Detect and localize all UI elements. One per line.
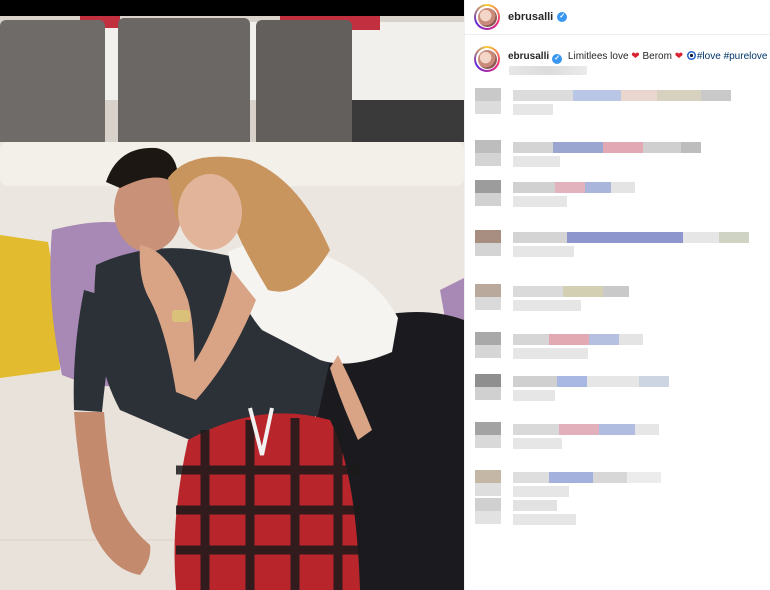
comment-text-blurred [603, 286, 629, 297]
comment-text-blurred [553, 142, 603, 153]
comment-text-blurred [611, 182, 635, 193]
comment-text-blurred [513, 232, 567, 243]
heart-emoji-icon: ❤ [674, 51, 684, 62]
comment-meta-blurred [513, 246, 574, 257]
caption-text-1: Limitlees love [567, 51, 629, 62]
hashtag-love[interactable]: #love [697, 51, 721, 62]
comment-text-blurred [643, 142, 681, 153]
comment-text-blurred [593, 472, 627, 483]
comment-meta-blurred [513, 438, 562, 449]
verified-badge-icon: ✓ [552, 54, 563, 64]
comment-avatar-blurred [475, 422, 501, 448]
comment-text-blurred [587, 376, 639, 387]
profile-picture [477, 7, 497, 27]
comment-row-blurred [475, 284, 765, 318]
comment-text-blurred [513, 472, 549, 483]
heart-emoji-icon: ❤ [631, 51, 640, 62]
comment-text-blurred [513, 90, 573, 101]
comment-text-blurred [555, 182, 585, 193]
comment-row-blurred [475, 332, 765, 366]
comment-text-blurred [513, 500, 557, 511]
comment-text-blurred [513, 142, 553, 153]
comment-text-blurred [513, 286, 563, 297]
comment-avatar-blurred [475, 180, 501, 206]
comment-row-blurred [475, 140, 765, 174]
caption-username[interactable]: ebrusalli [508, 51, 549, 62]
caption-text: ebrusalli ✓ Limitlees love ❤ Berom ❤ #lov… [508, 46, 767, 64]
post-username[interactable]: ebrusalli [508, 11, 553, 23]
comment-text-blurred [627, 472, 661, 483]
comment-meta-blurred [513, 196, 567, 207]
comment-text-blurred [513, 376, 557, 387]
comment-avatar-blurred [475, 332, 501, 358]
comment-row-blurred [475, 88, 765, 122]
comment-meta-blurred [513, 156, 560, 167]
profile-picture [477, 49, 497, 69]
comment-text-blurred [719, 232, 749, 243]
caption-timestamp-blurred [509, 66, 587, 75]
comment-text-blurred [513, 182, 555, 193]
comment-row-blurred [475, 230, 765, 264]
comment-text-blurred [567, 232, 683, 243]
comment-avatar-blurred [475, 230, 501, 256]
comment-text-blurred [585, 182, 611, 193]
caption-avatar[interactable] [474, 46, 500, 72]
comment-avatar-blurred [475, 140, 501, 166]
comment-avatar-blurred [475, 498, 501, 524]
comment-text-blurred [621, 90, 657, 101]
comment-meta-blurred [513, 514, 576, 525]
comment-avatar-blurred [475, 88, 501, 114]
comment-meta-blurred [513, 348, 588, 359]
comment-text-blurred [599, 424, 635, 435]
comment-row-blurred [475, 374, 765, 408]
comment-avatar-blurred [475, 284, 501, 310]
comment-meta-blurred [513, 300, 581, 311]
comment-meta-blurred [513, 390, 555, 401]
comment-text-blurred [549, 472, 593, 483]
comment-text-blurred [603, 142, 643, 153]
comment-text-blurred [563, 286, 603, 297]
comment-text-blurred [549, 334, 589, 345]
evil-eye-emoji-icon [686, 51, 696, 60]
comment-meta-blurred [513, 104, 553, 115]
comment-meta-blurred [513, 486, 569, 497]
comment-avatar-blurred [475, 374, 501, 400]
comment-text-blurred [681, 142, 701, 153]
hashtag-purelove[interactable]: #purelove [724, 51, 768, 62]
comment-text-blurred [559, 424, 599, 435]
caption-text-2: Berom [642, 51, 672, 62]
comment-avatar-blurred [475, 470, 501, 496]
verified-badge-icon: ✓ [557, 12, 568, 22]
comment-text-blurred [513, 424, 559, 435]
comment-text-blurred [683, 232, 719, 243]
post-side-panel: ebrusalli ✓ ebrusalli ✓ Limitlees love ❤ … [464, 0, 770, 590]
comment-text-blurred [557, 376, 587, 387]
comment-row-blurred [475, 498, 765, 532]
comment-text-blurred [513, 334, 549, 345]
comment-text-blurred [573, 90, 621, 101]
couple-photo-image [0, 0, 464, 590]
comment-text-blurred [701, 90, 731, 101]
post-header: ebrusalli ✓ [465, 0, 770, 35]
comment-text-blurred [635, 424, 659, 435]
comment-text-blurred [639, 376, 669, 387]
post-photo[interactable] [0, 0, 464, 590]
avatar[interactable] [474, 4, 500, 30]
comment-row-blurred [475, 180, 765, 214]
comment-row-blurred [475, 422, 765, 456]
comment-text-blurred [619, 334, 643, 345]
comment-text-blurred [589, 334, 619, 345]
comment-text-blurred [657, 90, 701, 101]
